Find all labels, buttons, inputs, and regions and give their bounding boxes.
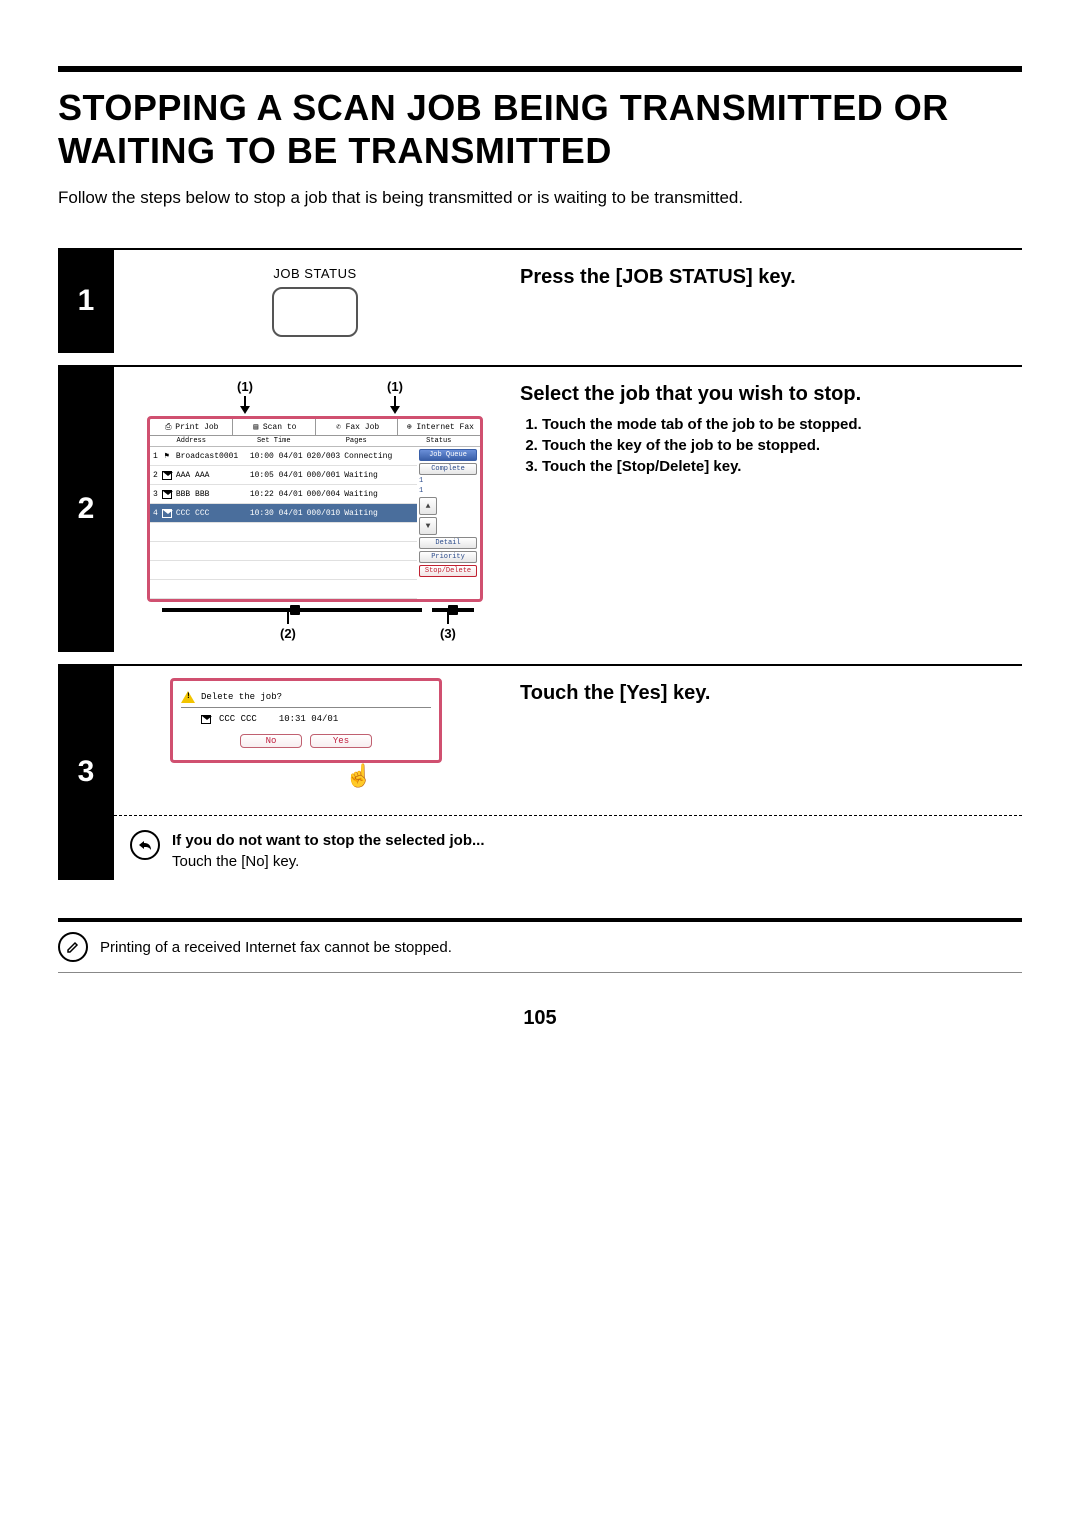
sets-value-1: 1 (419, 477, 423, 485)
job-list: 1 ⚑ Broadcast0001 10:00 04/01 020/003 Co… (150, 447, 417, 599)
tab-internet-fax[interactable]: ⊕Internet Fax (398, 419, 480, 435)
pointing-hand-icon: ☝ (345, 763, 372, 789)
callouts-top: (1) (1) (150, 379, 480, 410)
job-row[interactable]: 1 ⚑ Broadcast0001 10:00 04/01 020/003 Co… (150, 447, 417, 466)
col-set-time: Set Time (233, 437, 316, 445)
manual-page: STOPPING A SCAN JOB BEING TRANSMITTED OR… (0, 0, 1080, 1090)
callout-2: (2) (280, 626, 296, 641)
job-row[interactable]: 2 AAA AAA 10:05 04/01 000/001 Waiting (150, 466, 417, 485)
tab-label: Internet Fax (416, 423, 474, 432)
step-heading: Select the job that you wish to stop. (520, 383, 1014, 406)
side-buttons: Job Queue Complete 1 1 ▲ (417, 447, 480, 599)
revert-note: If you do not want to stop the selected … (114, 826, 1022, 880)
job-row-empty (150, 580, 417, 599)
scroll-down-button[interactable]: ▼ (419, 517, 437, 535)
tab-fax-job[interactable]: ✆Fax Job (316, 419, 399, 435)
job-status-screen: ⎙Print Job ▤Scan to ✆Fax Job ⊕Internet F… (147, 416, 483, 602)
note-heading: If you do not want to stop the selected … (172, 832, 485, 849)
step-heading: Touch the [Yes] key. (520, 682, 1014, 705)
job-row-empty (150, 561, 417, 580)
job-row[interactable]: 3 BBB BBB 10:22 04/01 000/004 Waiting (150, 485, 417, 504)
dialog-job-name: CCC CCC (219, 714, 257, 724)
priority-button[interactable]: Priority (419, 551, 477, 563)
job-queue-button[interactable]: Job Queue (419, 449, 477, 461)
envelope-icon (162, 470, 172, 480)
step-1: 1 JOB STATUS Press the [JOB STATUS] key. (58, 248, 1022, 353)
callout-1b: (1) (380, 379, 410, 410)
dialog-job-time: 10:31 04/01 (279, 714, 338, 724)
column-headers: Address Set Time Pages Status (150, 436, 480, 447)
col-pages: Pages (315, 437, 398, 445)
footer-note: Printing of a received Internet fax cann… (58, 922, 1022, 973)
job-row-selected[interactable]: 4 CCC CCC 10:30 04/01 000/010 Waiting (150, 504, 417, 523)
sets-value-2: 1 (419, 487, 423, 495)
broadcast-icon: ⚑ (162, 451, 172, 461)
job-row-empty (150, 542, 417, 561)
dashed-divider (114, 815, 1022, 816)
col-status: Status (398, 437, 481, 445)
substep-2: Touch the key of the job to be stopped. (542, 437, 1014, 454)
tab-label: Scan to (263, 423, 297, 432)
job-row-empty (150, 523, 417, 542)
page-number: 105 (58, 1007, 1022, 1030)
dialog-prompt: Delete the job? (201, 692, 282, 702)
scan-icon: ▤ (251, 422, 261, 432)
key-label: JOB STATUS (273, 266, 356, 281)
substep-1: Touch the mode tab of the job to be stop… (542, 416, 1014, 433)
step-heading: Press the [JOB STATUS] key. (520, 266, 1014, 289)
phone-icon: ✆ (334, 422, 344, 432)
page-title: STOPPING A SCAN JOB BEING TRANSMITTED OR… (58, 86, 1022, 172)
callout-1a: (1) (230, 379, 260, 410)
step-number: 3 (58, 664, 114, 880)
step-2: 2 (1) (1) ⎙Print Job ▤Scan to ✆Fax Job (58, 365, 1022, 652)
no-button[interactable]: No (240, 734, 302, 748)
tab-label: Print Job (175, 423, 218, 432)
yes-button[interactable]: Yes (310, 734, 372, 748)
warning-icon (181, 691, 195, 703)
col-address: Address (150, 437, 233, 445)
return-icon (130, 830, 160, 860)
callout-3: (3) (440, 626, 456, 641)
envelope-icon (162, 508, 172, 518)
detail-button[interactable]: Detail (419, 537, 477, 549)
footer-note-text: Printing of a received Internet fax cann… (100, 939, 452, 956)
envelope-icon (201, 714, 211, 724)
tab-scan-to[interactable]: ▤Scan to (233, 419, 316, 435)
complete-button[interactable]: Complete (419, 463, 477, 475)
substep-3: Touch the [Stop/Delete] key. (542, 458, 1014, 475)
pencil-note-icon (58, 932, 88, 962)
stop-delete-button[interactable]: Stop/Delete (419, 565, 477, 577)
step-3: 3 Delete the job? CCC CCC 10:31 04/01 (58, 664, 1022, 880)
top-rule (58, 66, 1022, 72)
tab-label: Fax Job (346, 423, 380, 432)
printer-icon: ⎙ (163, 422, 173, 432)
step-number: 2 (58, 365, 114, 652)
scroll-up-button[interactable]: ▲ (419, 497, 437, 515)
mode-tabs: ⎙Print Job ▤Scan to ✆Fax Job ⊕Internet F… (150, 419, 480, 436)
tab-print-job[interactable]: ⎙Print Job (150, 419, 233, 435)
substeps: Touch the mode tab of the job to be stop… (520, 416, 1014, 475)
note-body: Touch the [No] key. (172, 853, 485, 870)
job-status-key-illustration: JOB STATUS (272, 262, 358, 337)
globe-icon: ⊕ (404, 422, 414, 432)
job-status-key[interactable] (272, 287, 358, 337)
intro-text: Follow the steps below to stop a job tha… (58, 188, 1022, 208)
callouts-bottom: (2) (3) (150, 608, 480, 636)
confirm-dialog: Delete the job? CCC CCC 10:31 04/01 No Y… (170, 678, 442, 763)
step-number: 1 (58, 248, 114, 353)
envelope-icon (162, 489, 172, 499)
